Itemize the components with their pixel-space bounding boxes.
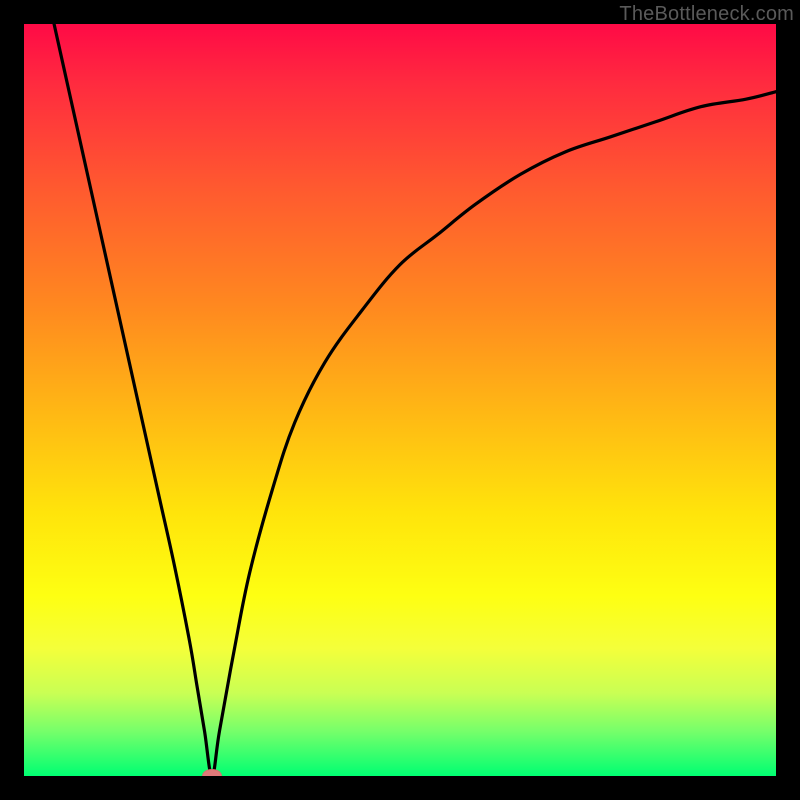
plot-area xyxy=(24,24,776,776)
watermark-text: TheBottleneck.com xyxy=(619,3,794,26)
chart-frame: TheBottleneck.com xyxy=(0,0,800,800)
minimum-point-marker xyxy=(202,769,222,776)
bottleneck-curve xyxy=(24,24,776,776)
